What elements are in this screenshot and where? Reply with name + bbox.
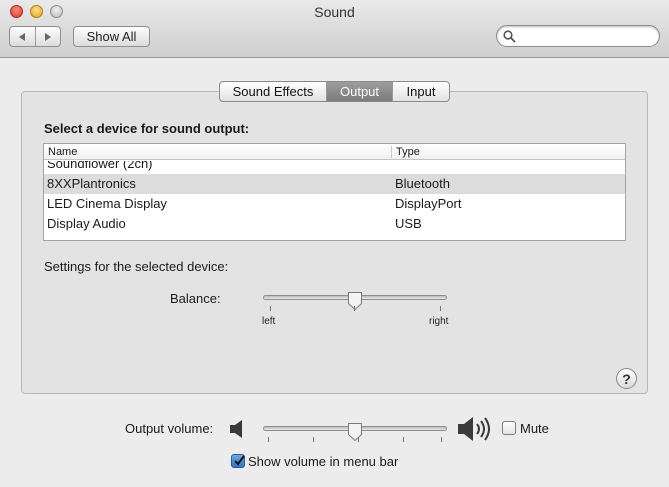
table-row[interactable]: Soundflower (2ch)	[44, 161, 625, 174]
help-icon: ?	[622, 370, 631, 387]
volume-tick	[358, 437, 359, 442]
search-input[interactable]	[519, 28, 653, 44]
column-header-name[interactable]: Name	[48, 146, 77, 158]
back-button[interactable]	[10, 27, 36, 46]
balance-tick-left	[270, 306, 271, 311]
balance-right-label: right	[429, 316, 449, 327]
balance-label: Balance:	[170, 291, 221, 306]
tab-input[interactable]: Input	[393, 82, 449, 101]
table-row[interactable]: Display Audio USB	[44, 214, 625, 234]
show-volume-in-menubar-checkbox[interactable]	[231, 454, 245, 468]
device-name: Display Audio	[47, 216, 126, 231]
device-name: 8XXPlantronics	[47, 176, 136, 191]
output-volume-label: Output volume:	[125, 421, 214, 436]
device-type: DisplayPort	[395, 196, 462, 211]
search-field[interactable]	[496, 25, 660, 47]
tab-sound-effects[interactable]: Sound Effects	[220, 82, 327, 101]
output-panel	[21, 91, 648, 394]
column-divider	[391, 146, 392, 158]
volume-tick	[441, 437, 442, 442]
device-list-heading: Select a device for sound output:	[44, 121, 250, 136]
forward-arrow-icon	[44, 32, 51, 41]
device-type: USB	[395, 216, 422, 231]
show-all-button[interactable]: Show All	[73, 26, 150, 47]
table-row[interactable]: LED Cinema Display DisplayPort	[44, 194, 625, 214]
search-icon	[503, 30, 516, 43]
window-titlebar: Sound Show All	[0, 0, 669, 58]
volume-tick	[313, 437, 314, 442]
speaker-high-icon[interactable]	[457, 414, 493, 444]
column-header-type[interactable]: Type	[396, 146, 420, 158]
window-title: Sound	[314, 4, 355, 20]
balance-left-label: left	[262, 316, 276, 327]
speaker-low-icon[interactable]	[229, 418, 245, 440]
back-forward-control	[9, 26, 61, 47]
table-rows: Soundflower (2ch) 8XXPlantronics Bluetoo…	[44, 161, 625, 240]
volume-slider-thumb[interactable]	[347, 422, 363, 442]
tab-bar: Sound Effects Output Input	[219, 81, 450, 102]
table-header: Name Type	[44, 144, 625, 160]
settings-label: Settings for the selected device:	[44, 259, 229, 274]
tab-output[interactable]: Output	[327, 82, 393, 101]
help-button[interactable]: ?	[616, 368, 637, 389]
volume-tick	[403, 437, 404, 442]
output-device-table[interactable]: Name Type Soundflower (2ch) 8XXPlantroni…	[43, 143, 626, 241]
forward-button[interactable]	[36, 27, 61, 46]
mute-checkbox[interactable]	[502, 421, 516, 435]
volume-tick	[268, 437, 269, 442]
device-name: Soundflower (2ch)	[47, 161, 153, 171]
device-name: LED Cinema Display	[47, 196, 167, 211]
balance-tick-center	[354, 306, 355, 311]
balance-tick-right	[440, 306, 441, 311]
table-row[interactable]: 8XXPlantronics Bluetooth	[44, 174, 625, 194]
balance-slider-thumb[interactable]	[347, 291, 363, 311]
back-arrow-icon	[19, 32, 26, 41]
show-volume-in-menubar-label: Show volume in menu bar	[248, 454, 399, 469]
checkmark-icon	[234, 455, 245, 466]
device-type: Bluetooth	[395, 176, 450, 191]
mute-label: Mute	[520, 421, 549, 436]
